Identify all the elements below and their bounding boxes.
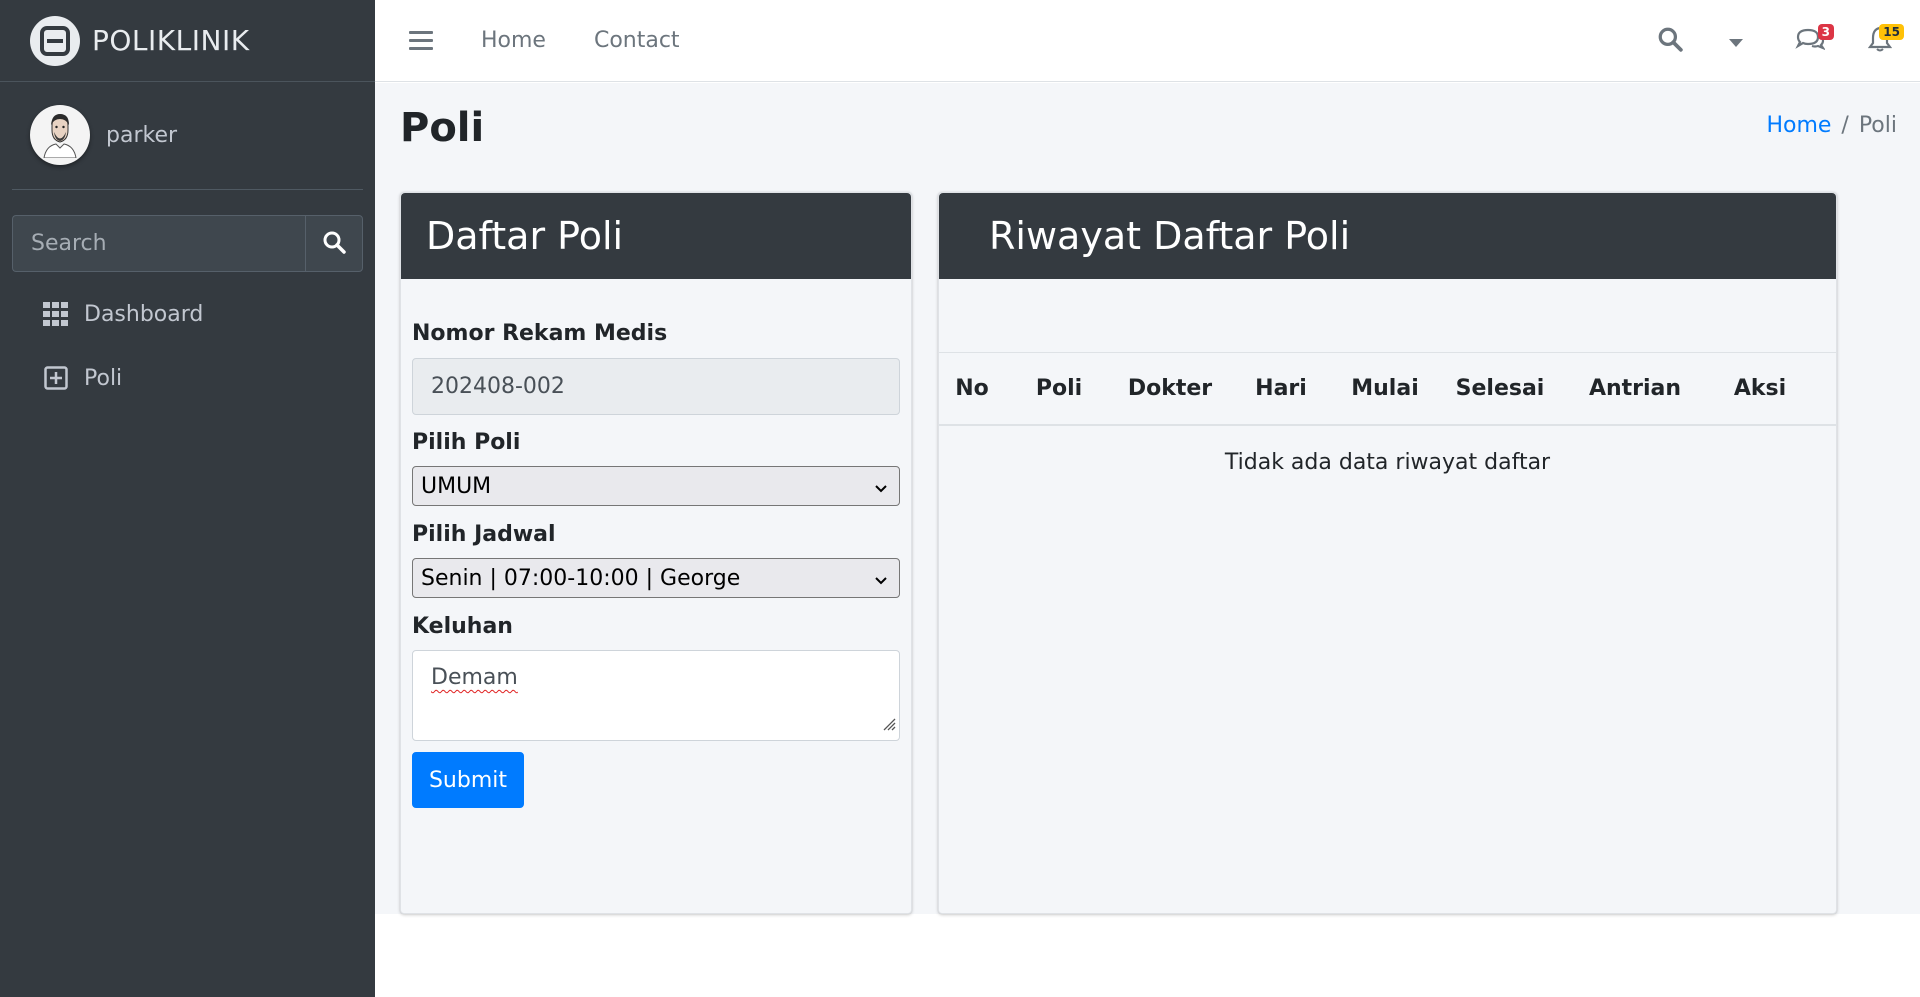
table-header-row: No Poli Dokter Hari Mulai Selesai Antria… bbox=[939, 352, 1836, 426]
user-name[interactable]: parker bbox=[106, 123, 177, 148]
chevron-down-icon bbox=[873, 569, 889, 594]
column-header-no: No bbox=[955, 376, 989, 401]
jadwal-label: Pilih Jadwal bbox=[412, 522, 556, 547]
poli-label: Pilih Poli bbox=[412, 430, 521, 455]
jadwal-select-value: Senin | 07:00-10:00 | George bbox=[421, 565, 741, 591]
messages-button[interactable]: 3 bbox=[1790, 21, 1834, 61]
user-panel: parker bbox=[12, 82, 363, 190]
caret-down-icon bbox=[1729, 32, 1743, 51]
poli-select[interactable]: UMUM bbox=[412, 466, 900, 506]
notifications-badge: 15 bbox=[1879, 24, 1904, 40]
riwayat-card: Riwayat Daftar Poli No Poli Dokter Hari … bbox=[938, 192, 1837, 914]
sidebar-search-button[interactable] bbox=[305, 215, 363, 272]
keluhan-text: Demam bbox=[431, 665, 518, 690]
content-wrapper: Poli Home / Poli Daftar Poli Nomor Rekam… bbox=[375, 83, 1920, 914]
column-header-dokter: Dokter bbox=[1127, 376, 1213, 401]
sidebar-item-label: Dashboard bbox=[84, 301, 204, 327]
empty-state-text: Tidak ada data riwayat daftar bbox=[1224, 450, 1551, 475]
riwayat-table: No Poli Dokter Hari Mulai Selesai Antria… bbox=[939, 352, 1836, 475]
sidebar-search bbox=[12, 215, 363, 272]
column-header-mulai: Mulai bbox=[1351, 376, 1419, 401]
menu-toggle-icon[interactable] bbox=[409, 31, 433, 50]
breadcrumb-separator: / bbox=[1841, 113, 1849, 138]
brand-link[interactable]: POLIKLINIK bbox=[0, 0, 375, 82]
riwayat-card-header: Riwayat Daftar Poli bbox=[939, 193, 1836, 279]
breadcrumb-current: Poli bbox=[1858, 113, 1897, 138]
daftar-poli-form: Nomor Rekam Medis 202408-002 Pilih Poli … bbox=[401, 321, 911, 808]
card-title: Riwayat Daftar Poli bbox=[989, 214, 1351, 258]
sidebar-item-dashboard[interactable]: Dashboard bbox=[0, 282, 375, 346]
avatar[interactable] bbox=[30, 105, 90, 165]
messages-badge: 3 bbox=[1817, 24, 1834, 40]
top-navbar: Home Contact 3 15 bbox=[375, 0, 1920, 82]
brand-text: POLIKLINIK bbox=[92, 24, 250, 57]
rm-field: 202408-002 bbox=[412, 358, 900, 415]
sidebar-search-input[interactable] bbox=[12, 215, 305, 272]
nav-link-home[interactable]: Home bbox=[481, 28, 546, 53]
nav-link-contact[interactable]: Contact bbox=[594, 28, 680, 53]
card-title: Daftar Poli bbox=[426, 214, 624, 258]
search-icon bbox=[1657, 26, 1683, 56]
rm-label: Nomor Rekam Medis bbox=[412, 321, 668, 346]
poli-select-value: UMUM bbox=[421, 473, 492, 499]
submit-button[interactable]: Submit bbox=[412, 752, 524, 808]
breadcrumb-home[interactable]: Home bbox=[1766, 113, 1831, 138]
page-title: Poli bbox=[400, 105, 485, 151]
sidebar-item-label: Poli bbox=[84, 365, 123, 391]
breadcrumb: Home / Poli bbox=[1766, 113, 1897, 138]
dropdown-toggle[interactable] bbox=[1716, 21, 1756, 61]
sidebar-item-poli[interactable]: Poli bbox=[0, 346, 375, 410]
search-icon bbox=[322, 230, 346, 257]
keluhan-label: Keluhan bbox=[412, 614, 513, 639]
grid-icon bbox=[42, 300, 70, 328]
column-header-aksi: Aksi bbox=[1733, 376, 1787, 401]
brand-logo-icon bbox=[30, 15, 80, 66]
resize-handle-icon[interactable] bbox=[882, 712, 896, 737]
daftar-poli-card: Daftar Poli Nomor Rekam Medis 202408-002… bbox=[400, 192, 912, 914]
daftar-poli-card-header: Daftar Poli bbox=[401, 193, 911, 279]
keluhan-textarea[interactable]: Demam bbox=[412, 650, 900, 741]
notifications-button[interactable]: 15 bbox=[1860, 21, 1904, 61]
column-header-poli: Poli bbox=[1035, 376, 1083, 401]
column-header-antrian: Antrian bbox=[1588, 376, 1682, 401]
navbar-right: 3 15 bbox=[1622, 0, 1920, 82]
jadwal-select[interactable]: Senin | 07:00-10:00 | George bbox=[412, 558, 900, 598]
column-header-hari: Hari bbox=[1255, 376, 1307, 401]
sidebar: POLIKLINIK parker Search Dashboard Poli bbox=[0, 0, 375, 997]
chevron-down-icon bbox=[873, 477, 889, 502]
plus-square-icon bbox=[42, 364, 70, 392]
navbar-search-button[interactable] bbox=[1650, 21, 1690, 61]
column-header-selesai: Selesai bbox=[1455, 376, 1545, 401]
